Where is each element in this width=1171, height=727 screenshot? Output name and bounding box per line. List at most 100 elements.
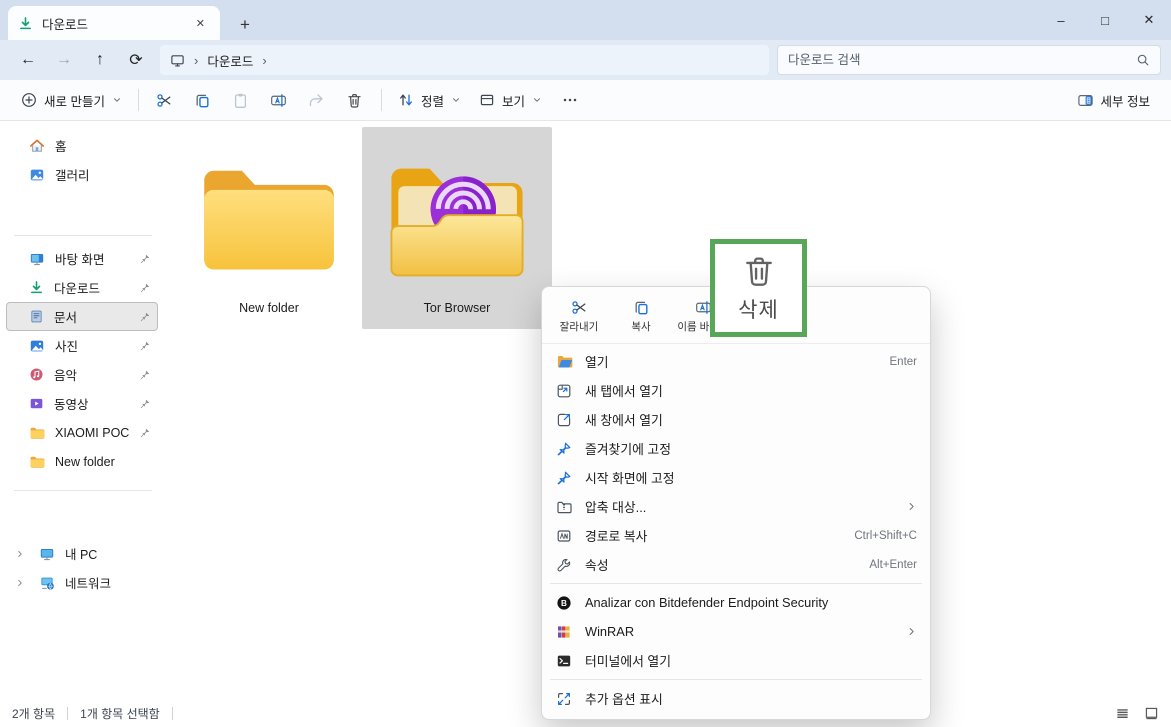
search-box[interactable] <box>777 45 1161 75</box>
sidebar-item-label: XIAOMI POCO F <box>55 426 129 440</box>
sidebar-item-pictures[interactable]: 사진 <box>6 331 158 360</box>
pin-icon <box>555 440 573 458</box>
forward-button[interactable]: → <box>46 45 82 75</box>
menu-item-label: 터미널에서 열기 <box>585 651 917 670</box>
chevron-down-icon <box>112 95 122 105</box>
sidebar-item-label: 갤러리 <box>55 165 90 184</box>
menu-item-open-new-tab[interactable]: 새 탭에서 열기 <box>546 376 926 405</box>
menu-item-pin-to-start[interactable]: 시작 화면에 고정 <box>546 463 926 492</box>
maximize-button[interactable]: □ <box>1083 0 1127 40</box>
annotation-label: 삭제 <box>738 294 779 324</box>
sidebar-item-home[interactable]: 홈 <box>6 131 158 160</box>
bitdefender-icon: B <box>555 594 573 612</box>
folder-icon <box>195 141 343 293</box>
quick-action-cut[interactable]: 잘라내기 <box>548 296 610 337</box>
gallery-icon <box>29 167 45 183</box>
more-options-button[interactable] <box>551 84 589 116</box>
details-pane-button[interactable]: 세부 정보 <box>1068 84 1159 116</box>
menu-item-copy-as-path[interactable]: 경로로 복사 Ctrl+Shift+C <box>546 521 926 550</box>
submenu-chevron-icon <box>906 501 917 512</box>
document-icon <box>29 309 44 324</box>
search-input[interactable] <box>788 53 1136 67</box>
tab-close-button[interactable]: ✕ <box>191 15 210 32</box>
menu-item-label: 새 탭에서 열기 <box>585 381 917 400</box>
command-toolbar: 새로 만들기 정렬 <box>0 80 1171 121</box>
list-view-toggle[interactable] <box>1115 706 1130 721</box>
view-button[interactable]: 보기 <box>470 84 551 116</box>
winrar-icon <box>555 623 573 641</box>
sidebar-item-music[interactable]: 음악 <box>6 360 158 389</box>
menu-item-compress[interactable]: 압축 대상... <box>546 492 926 521</box>
new-button[interactable]: 새로 만들기 <box>12 84 131 116</box>
plus-circle-icon <box>21 92 37 108</box>
menu-item-show-more-options[interactable]: 추가 옵션 표시 <box>546 684 926 713</box>
sidebar-item-desktop[interactable]: 바탕 화면 <box>6 244 158 273</box>
share-button[interactable] <box>298 84 336 116</box>
menu-item-pin-to-favorites[interactable]: 즐겨찾기에 고정 <box>546 434 926 463</box>
back-button[interactable]: ← <box>10 45 46 75</box>
sort-button[interactable]: 정렬 <box>389 84 470 116</box>
refresh-button[interactable]: ⟳ <box>118 45 154 75</box>
pin-icon <box>139 282 151 294</box>
file-tile-new-folder[interactable]: New folder <box>174 127 364 329</box>
sidebar-item-videos[interactable]: 동영상 <box>6 389 158 418</box>
monitor-icon <box>170 53 185 68</box>
file-tile-tor-browser[interactable]: Tor Browser <box>362 127 552 329</box>
rename-button[interactable] <box>260 84 298 116</box>
menu-item-bitdefender-scan[interactable]: B Analizar con Bitdefender Endpoint Secu… <box>546 588 926 617</box>
thumbnail-view-toggle[interactable] <box>1144 706 1159 721</box>
sidebar-item-new-folder[interactable]: New folder <box>6 447 158 476</box>
delete-button[interactable] <box>336 84 374 116</box>
wrench-icon <box>555 556 573 574</box>
chevron-right-icon[interactable] <box>11 578 29 588</box>
menu-item-open[interactable]: 열기 Enter <box>546 347 926 376</box>
window-controls: – □ ✕ <box>1039 0 1171 40</box>
sidebar-item-label: 문서 <box>54 307 77 326</box>
open-new-tab-icon <box>555 382 573 400</box>
menu-item-properties[interactable]: 속성 Alt+Enter <box>546 550 926 579</box>
trash-icon <box>741 253 777 289</box>
explorer-tab[interactable]: 다운로드 ✕ <box>8 6 220 40</box>
menu-item-label: 추가 옵션 표시 <box>585 689 917 708</box>
network-icon <box>39 575 55 591</box>
file-name: Tor Browser <box>424 301 491 315</box>
paste-button[interactable] <box>222 84 260 116</box>
menu-separator <box>550 679 922 680</box>
menu-item-label: 시작 화면에 고정 <box>585 468 917 487</box>
quick-action-copy[interactable]: 복사 <box>610 296 672 337</box>
up-button[interactable]: ↑ <box>82 45 118 75</box>
search-icon <box>1136 53 1150 67</box>
menu-item-winrar[interactable]: WinRAR <box>546 617 926 646</box>
sidebar-item-xiaomi-poco[interactable]: XIAOMI POCO F <box>6 418 158 447</box>
quick-action-label: 복사 <box>631 319 650 334</box>
breadcrumb-location[interactable]: 다운로드 <box>207 51 253 70</box>
sidebar-item-label: New folder <box>55 455 115 469</box>
breadcrumb-separator: › <box>194 53 198 68</box>
chevron-right-icon[interactable] <box>11 549 29 559</box>
menu-item-open-in-terminal[interactable]: 터미널에서 열기 <box>546 646 926 675</box>
cut-button[interactable] <box>146 84 184 116</box>
sidebar-item-label: 동영상 <box>54 394 89 413</box>
quick-action-label: 잘라내기 <box>560 319 599 334</box>
sidebar-item-documents[interactable]: 문서 <box>6 302 158 331</box>
videos-icon <box>29 396 44 411</box>
minimize-button[interactable]: – <box>1039 0 1083 40</box>
context-menu-list: 열기 Enter 새 탭에서 열기 새 창에서 열기 즐겨찾기에 고정 <box>542 343 930 713</box>
close-button[interactable]: ✕ <box>1127 0 1171 40</box>
pictures-icon <box>29 338 45 354</box>
menu-item-open-new-window[interactable]: 새 창에서 열기 <box>546 405 926 434</box>
sidebar-item-downloads[interactable]: 다운로드 <box>6 273 158 302</box>
selected-count: 1개 항목 선택함 <box>80 705 160 722</box>
new-tab-button[interactable]: + <box>240 16 250 33</box>
sidebar-item-gallery[interactable]: 갤러리 <box>6 160 158 189</box>
breadcrumb[interactable]: › 다운로드 › <box>160 45 769 75</box>
copy-path-icon <box>555 527 573 545</box>
annotation-highlight-delete[interactable]: 삭제 <box>710 239 807 337</box>
copy-button[interactable] <box>184 84 222 116</box>
sidebar-item-this-pc[interactable]: 내 PC <box>6 539 158 568</box>
sidebar-item-label: 사진 <box>55 336 78 355</box>
copy-icon <box>633 299 650 316</box>
sidebar-item-network[interactable]: 네트워크 <box>6 568 158 597</box>
breadcrumb-separator: › <box>262 53 266 68</box>
menu-item-shortcut: Enter <box>890 356 918 368</box>
